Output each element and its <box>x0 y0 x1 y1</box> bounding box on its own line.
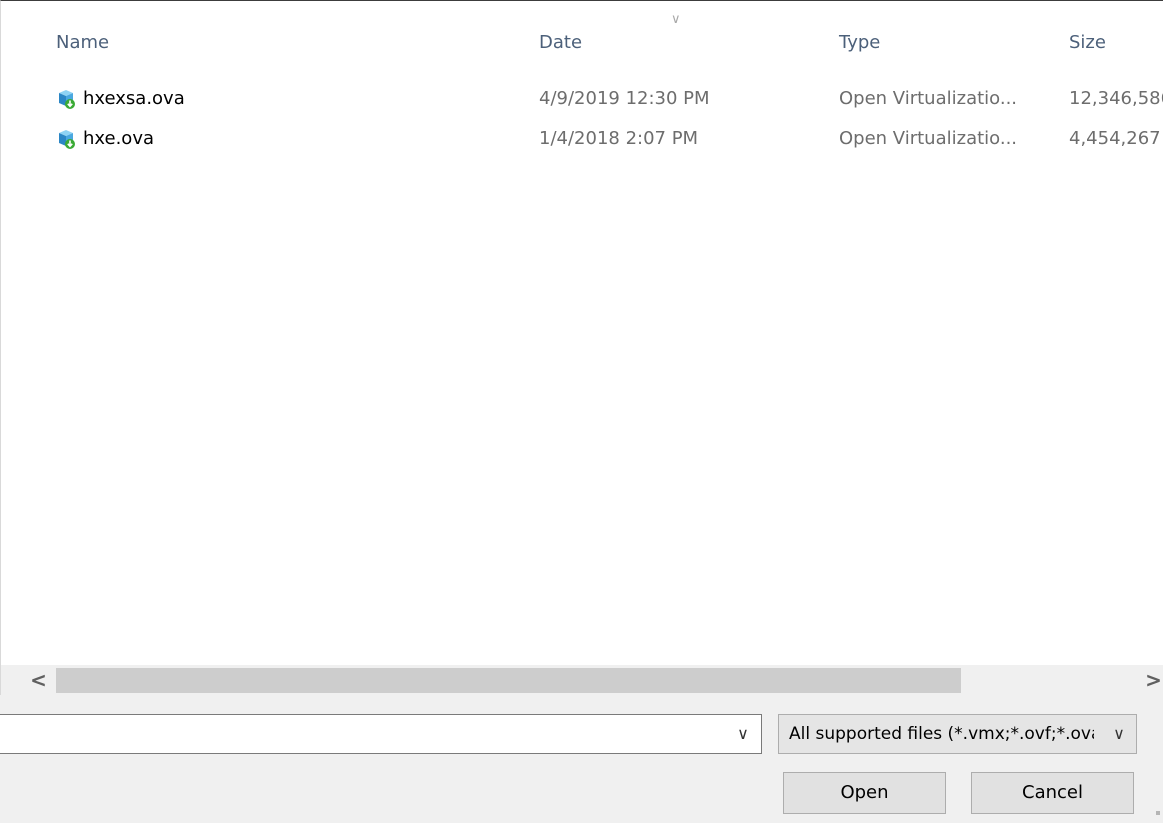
file-size: 12,346,586 <box>1069 88 1163 109</box>
column-header-size[interactable]: Size <box>1069 23 1106 63</box>
file-date: 4/9/2019 12:30 PM <box>539 88 710 109</box>
file-name: hxe.ova <box>83 128 154 149</box>
file-type-filter-value: All supported files (*.vmx;*.ovf;*.ova) <box>789 724 1094 744</box>
open-button[interactable]: Open <box>783 772 946 814</box>
filename-input[interactable] <box>6 721 710 749</box>
open-file-dialog: ∨ Name Date Type Size hxexsa.ova 4/9/201… <box>0 0 1163 823</box>
file-row[interactable]: hxexsa.ova 4/9/2019 12:30 PM Open Virtua… <box>1 79 1163 119</box>
file-name: hxexsa.ova <box>83 88 185 109</box>
scroll-right-icon[interactable]: > <box>1136 665 1163 695</box>
file-type: Open Virtualizatio... <box>839 88 1018 109</box>
file-size: 4,454,267 <box>1069 128 1161 149</box>
filename-combobox[interactable]: ∨ <box>0 714 762 754</box>
scroll-left-icon[interactable]: < <box>21 665 56 695</box>
chevron-down-icon[interactable]: ∨ <box>1104 715 1134 753</box>
resize-grip[interactable] <box>1156 811 1160 815</box>
file-type: Open Virtualizatio... <box>839 128 1018 149</box>
column-header-type[interactable]: Type <box>839 23 880 63</box>
ova-package-icon <box>55 88 77 110</box>
file-type-filter[interactable]: All supported files (*.vmx;*.ovf;*.ova) … <box>778 714 1137 754</box>
file-date: 1/4/2018 2:07 PM <box>539 128 699 149</box>
column-header-date[interactable]: Date <box>539 23 582 63</box>
cancel-button[interactable]: Cancel <box>971 772 1134 814</box>
scrollbar-thumb[interactable] <box>56 668 961 693</box>
horizontal-scrollbar[interactable]: < > <box>1 665 1163 695</box>
column-header-name[interactable]: Name <box>56 23 109 63</box>
chevron-down-icon: ∨ <box>671 12 681 27</box>
chevron-down-icon[interactable]: ∨ <box>728 715 758 753</box>
file-list-view[interactable]: ∨ Name Date Type Size hxexsa.ova 4/9/201… <box>0 0 1163 695</box>
ova-package-icon <box>55 128 77 150</box>
file-row[interactable]: hxe.ova 1/4/2018 2:07 PM Open Virtualiza… <box>1 119 1163 159</box>
